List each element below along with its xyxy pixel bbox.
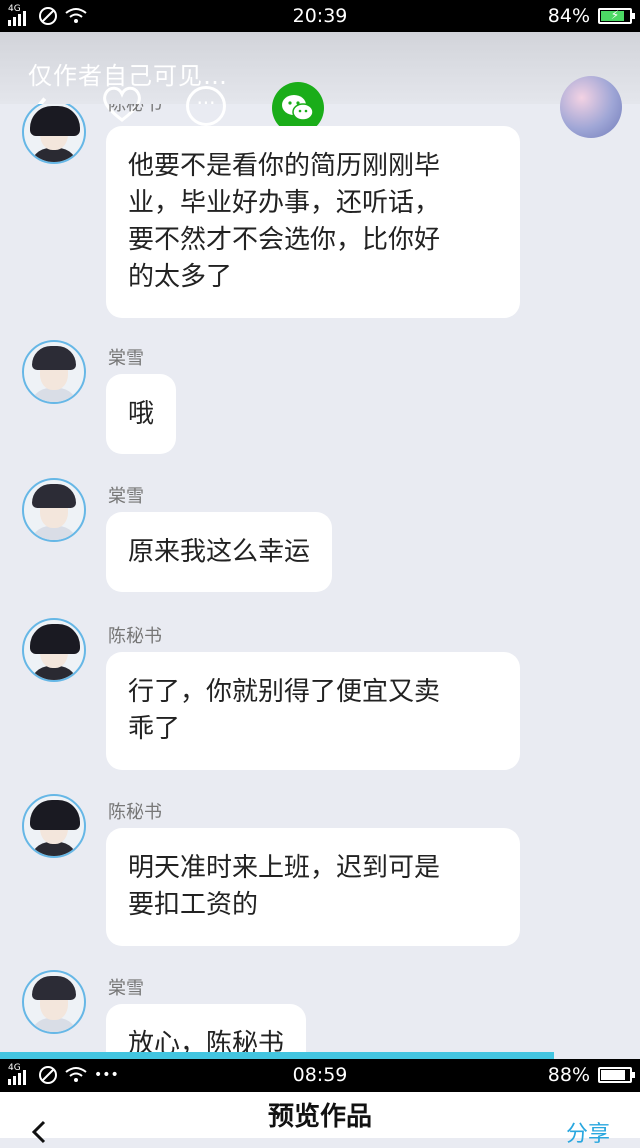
message-bubble: 行了，你就别得了便宜又卖 乖了 xyxy=(106,652,520,770)
chat-list[interactable]: 陈秘书 他要不是看你的简历刚刚毕 业，毕业好办事，还听话， 要不然才不会选你，比… xyxy=(0,104,640,1054)
message-bubble: 他要不是看你的简历刚刚毕 业，毕业好办事，还听话， 要不然才不会选你，比你好 的… xyxy=(106,126,520,318)
battery-percent: 88% xyxy=(547,1064,590,1086)
share-button[interactable]: 分享 xyxy=(566,1116,610,1148)
message-bubble: 明天准时来上班，迟到可是 要扣工资的 xyxy=(106,828,520,946)
battery-percent: 84% xyxy=(547,5,590,27)
reading-progress-bar xyxy=(0,1052,640,1059)
sender-name: 陈秘书 xyxy=(108,104,162,115)
avatar xyxy=(22,794,86,858)
message-bubble: 原来我这么幸运 xyxy=(106,512,333,592)
message-bubble: 哦 xyxy=(106,374,177,454)
sender-name: 棠雪 xyxy=(108,348,144,369)
sender-name: 棠雪 xyxy=(108,978,144,999)
avatar xyxy=(22,618,86,682)
avatar xyxy=(22,478,86,542)
avatar xyxy=(22,970,86,1034)
preview-footer: 预览作品 分享 xyxy=(0,1092,640,1147)
status-bar: 4G 20:39 84% ⚡ xyxy=(0,0,640,32)
message-bubble: 放心，陈秘书 xyxy=(106,1004,307,1054)
battery-icon xyxy=(598,1067,635,1083)
sender-name: 陈秘书 xyxy=(108,802,162,823)
avatar xyxy=(22,104,86,164)
status-time: 20:39 xyxy=(292,5,348,27)
sender-name: 棠雪 xyxy=(108,486,144,507)
status-bar: 4G ••• 08:59 88% xyxy=(0,1059,640,1092)
battery-charging-icon: ⚡ xyxy=(598,8,635,24)
app-header: 仅作者自己可见… ··· xyxy=(0,32,640,138)
page-title: 预览作品 xyxy=(267,1102,372,1132)
avatar xyxy=(22,340,86,404)
status-time: 08:59 xyxy=(292,1064,348,1086)
sender-name: 陈秘书 xyxy=(108,626,162,647)
